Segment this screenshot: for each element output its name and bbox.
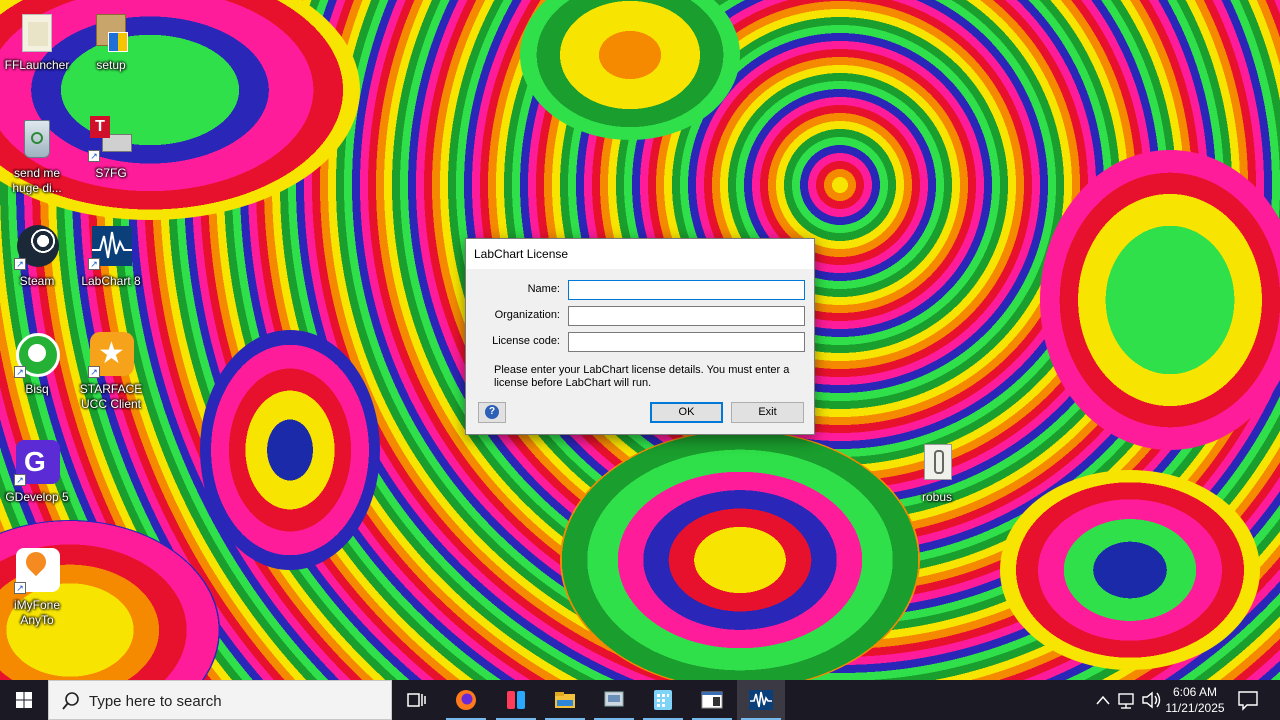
exit-button[interactable]: Exit [731,402,804,423]
taskbar-app[interactable] [492,680,540,720]
name-field[interactable] [568,280,805,300]
tray-volume-button[interactable] [1140,680,1162,720]
search-placeholder: Type here to search [89,693,222,710]
firefox-icon [456,690,476,710]
taskbar-search-box[interactable]: Type here to search [48,680,392,720]
clock-time: 6:06 AM [1172,685,1218,699]
app-icon [507,691,525,709]
desktop-icon-bisq[interactable]: ↗ Bisq [0,332,74,397]
recycle-bin-icon [14,116,60,162]
desktop-icon-starface[interactable]: ★ ↗ STARFACE UCC Client [74,332,148,412]
tray-network-button[interactable] [1116,680,1138,720]
bisq-icon: ↗ [14,332,60,378]
steam-icon: ↗ [14,224,60,270]
license-note: Please enter your LabChart license detai… [494,364,790,389]
printer-app-icon: T ↗ [88,116,134,162]
desktop-icon-gdevelop[interactable]: G ↗ GDevelop 5 [0,440,74,505]
taskbar-firefox[interactable] [442,680,490,720]
start-button[interactable] [0,680,48,720]
taskbar-labchart[interactable] [737,680,785,720]
search-icon [62,692,79,710]
installer-icon [88,8,134,54]
license-code-field[interactable] [568,332,805,352]
windows-logo-icon [16,692,32,708]
organization-row: Organization: [466,306,816,326]
desktop-icon-s7fg[interactable]: T ↗ S7FG [74,116,148,181]
file-icon [914,440,960,486]
desktop-icon-fflauncher[interactable]: FFLauncher [0,8,74,73]
license-dialog: LabChart License Name: Organization: Lic… [465,238,815,435]
desktop-icon-labchart[interactable]: ↗ LabChart 8 [74,224,148,289]
desktop-icon-steam[interactable]: ↗ Steam [0,224,74,289]
network-icon [1118,693,1134,709]
license-code-row: License code: [466,332,816,352]
help-icon: ? [485,405,499,419]
name-label: Name: [527,283,560,295]
taskbar-clock[interactable]: 6:06 AM 11/21/2025 [1160,684,1230,716]
labchart-icon [749,690,773,710]
folder-icon [14,8,60,54]
taskbar-window-app[interactable] [688,680,736,720]
labchart-icon: ↗ [88,224,134,270]
imyfone-icon: ↗ [14,547,60,594]
file-explorer-icon [555,692,575,708]
task-view-button[interactable] [392,680,440,720]
desktop-icon-robus[interactable]: robus [900,440,974,505]
desktop-icon-setup[interactable]: setup [74,8,148,73]
organization-label: Organization: [494,309,560,321]
taskbar-calculator[interactable] [639,680,687,720]
desktop-icon-recycle-bin[interactable]: send me huge di... [0,116,74,196]
organization-field[interactable] [568,306,805,326]
calculator-icon [654,690,672,710]
tray-overflow-button[interactable] [1094,680,1112,720]
help-button[interactable]: ? [478,402,506,423]
chevron-up-icon [1096,695,1110,705]
speaker-icon [1142,691,1161,709]
desktop-icon-imyfone[interactable]: ↗ iMyFone AnyTo [0,547,74,628]
gdevelop-icon: G ↗ [14,440,60,486]
control-panel-icon [604,691,624,707]
task-view-icon [407,693,426,707]
taskbar-file-explorer[interactable] [541,680,589,720]
license-code-label: License code: [492,335,560,347]
starface-icon: ★ ↗ [88,332,134,378]
notification-icon [1238,691,1258,711]
name-row: Name: [466,280,816,300]
taskbar-control-panel[interactable] [590,680,638,720]
clock-date: 11/21/2025 [1165,701,1225,715]
dialog-title: LabChart License [466,239,814,269]
taskbar: Type here to search 6:06 AM 11/21/2025 [0,680,1280,720]
ok-button[interactable]: OK [650,402,723,423]
window-app-icon [701,691,723,709]
action-center-button[interactable] [1234,680,1262,720]
